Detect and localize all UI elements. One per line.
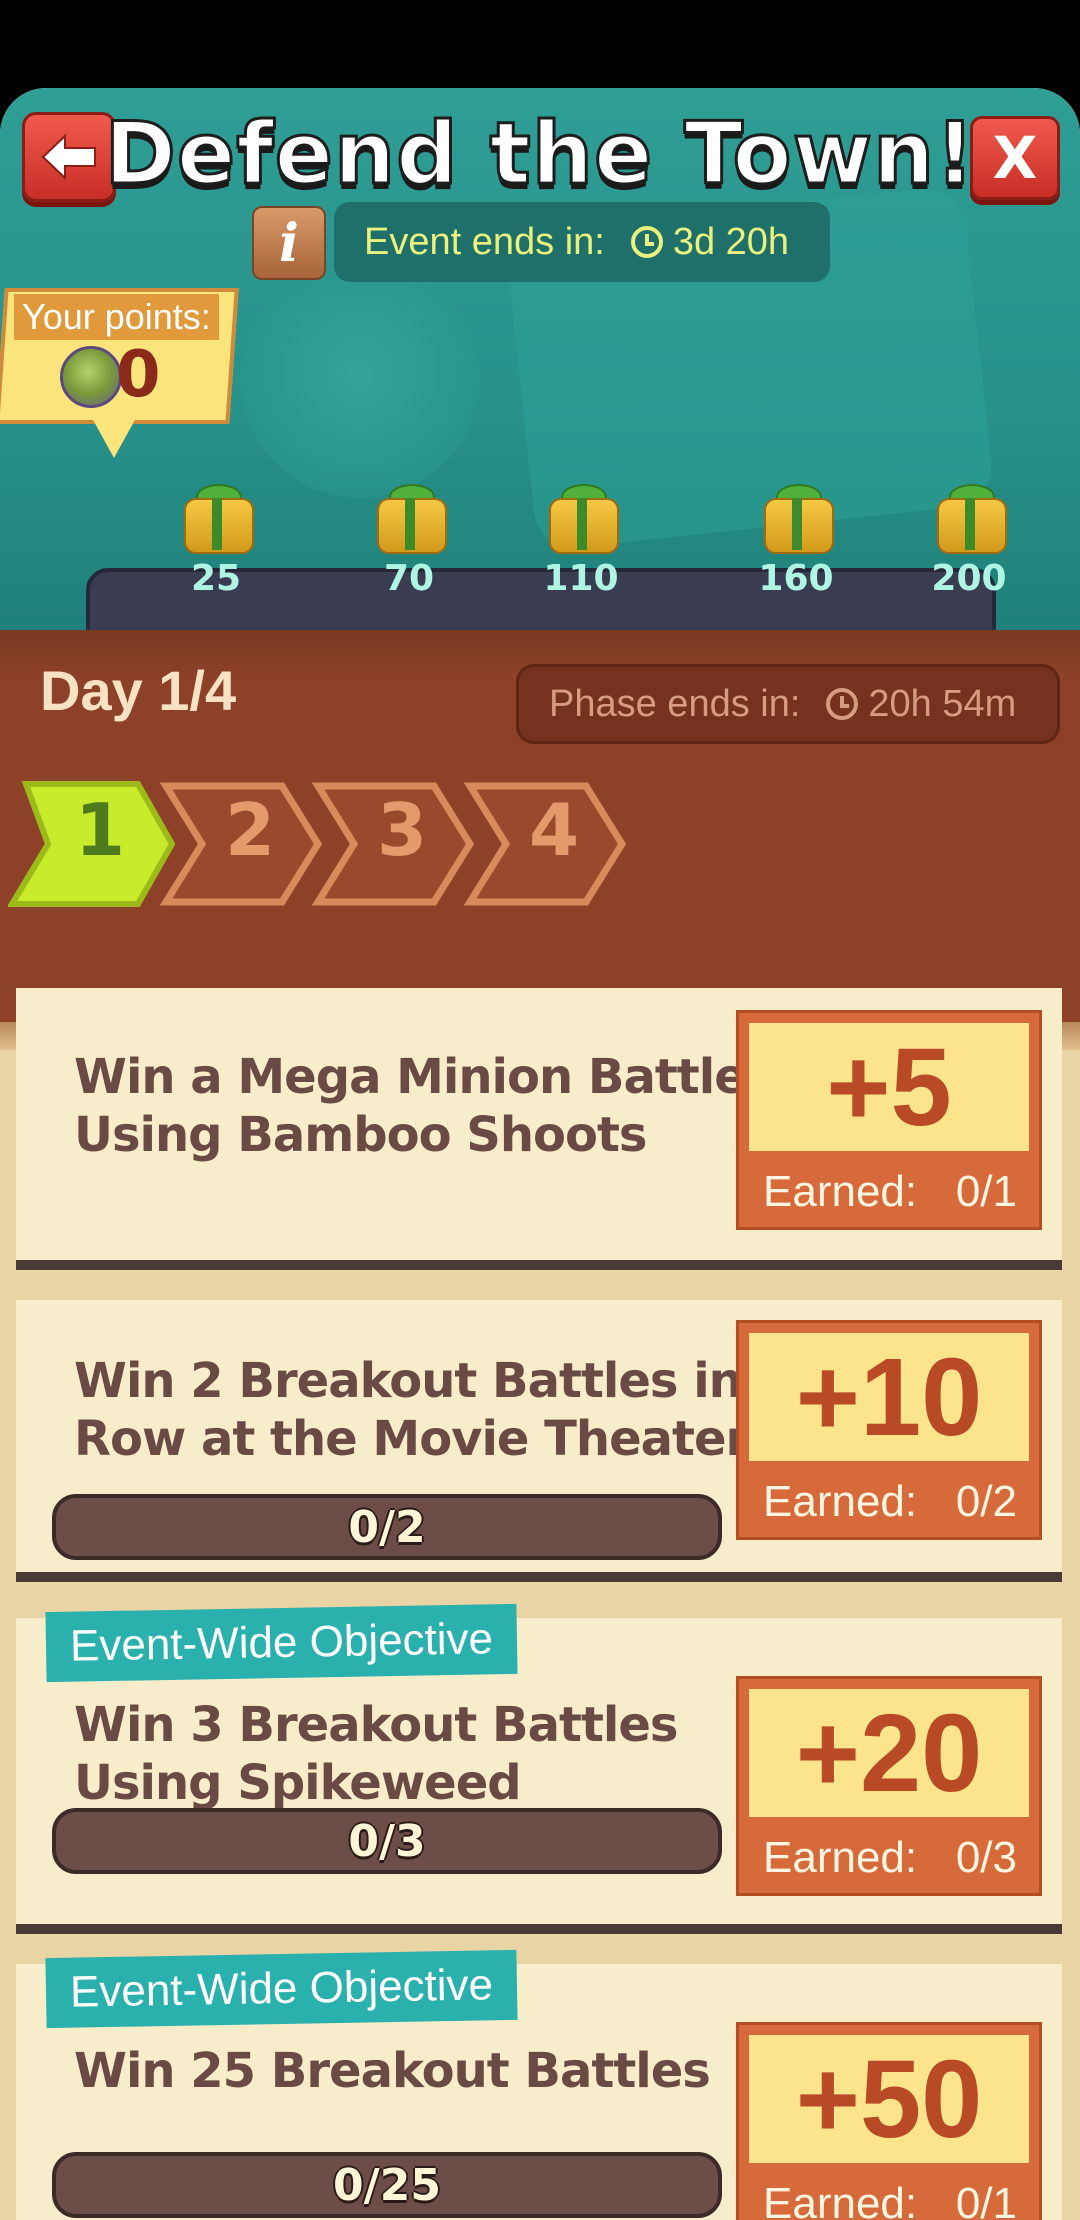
earned-label: Earned: [763,1833,918,1882]
step-label-4: 4 [528,788,580,872]
milestone-label: 200 [931,558,1007,599]
task-progress-bar: 0/25 [52,2152,722,2218]
earned-value: 0/2 [955,1477,1017,1526]
gift-icon[interactable] [182,484,254,554]
event-timer-label: Event ends in: [364,220,605,263]
reward-badge: +10 Earned: 0/2 [736,1320,1042,1540]
close-button[interactable]: X [970,116,1060,200]
step-label-3: 3 [376,788,428,872]
task-title-line2: Using Bamboo Shoots [74,1107,647,1163]
task-card[interactable]: Event-Wide Objective Win 25 Breakout Bat… [16,1949,1062,2220]
event-screen: Defend the Town! X i Event ends in: 3d 2… [0,88,1080,2220]
points-value: 0 [116,338,161,412]
reward-points: +5 [749,1023,1029,1151]
phase-timer-value-wrap: 20h 54m [826,683,1016,726]
phase-timer-label: Phase ends in: [549,682,801,725]
task-title-line1: Win 2 Breakout Battles in a [74,1353,790,1409]
clock-icon [630,226,663,258]
task-progress-bar: 0/3 [52,1808,722,1874]
points-label: Your points: [14,294,219,340]
earned-value: 0/1 [955,1167,1017,1216]
step-label-2: 2 [224,788,276,872]
reward-points: +50 [749,2035,1029,2163]
task-title-line2: Using Spikeweed [74,1755,522,1811]
event-timer-value: 3d 20h [672,220,790,263]
reward-badge: +20 Earned: 0/3 [736,1676,1042,1896]
info-icon: i [279,212,299,274]
task-card[interactable]: Win 2 Breakout Battles in a Row at the M… [16,1300,1062,1582]
day-title: Day 1/4 [40,659,237,722]
sunflower-decoration [240,258,480,498]
gift-icon[interactable] [547,484,619,554]
step-label-1: 1 [74,788,126,872]
points-pointer [92,418,136,458]
earned-value: 0/1 [955,2179,1017,2220]
gift-icon[interactable] [762,484,834,554]
task-card[interactable]: Event-Wide Objective Win 3 Breakout Batt… [16,1603,1062,1934]
reward-points: +20 [749,1689,1029,1817]
phase-timer: Phase ends in: 20h 54m [516,664,1060,744]
earned-label: Earned: [763,2179,918,2220]
task-title-line1: Win a Mega Minion Battle [74,1049,747,1105]
milestone-label: 160 [758,558,834,599]
reward-badge: +50 Earned: 0/1 [736,2022,1042,2220]
event-timer-value-wrap: 3d 20h [630,220,790,264]
clock-icon [826,688,859,720]
task-title-line1: Win 25 Breakout Battles [74,2043,711,2099]
reward-points: +10 [749,1333,1029,1461]
info-button[interactable]: i [252,206,326,280]
milestone-label: 25 [190,558,242,599]
reward-badge: +5 Earned: 0/1 [736,1010,1042,1230]
task-title-line1: Win 3 Breakout Battles [74,1697,678,1753]
event-timer: Event ends in: 3d 20h [334,202,830,282]
close-icon: X [992,124,1038,192]
task-card[interactable]: Win a Mega Minion Battle Using Bamboo Sh… [16,988,1062,1270]
event-header: Defend the Town! X i Event ends in: 3d 2… [0,88,1080,648]
event-wide-tag: Event-Wide Objective [45,1603,518,1683]
earned-label: Earned: [763,1477,918,1526]
phase-timer-value: 20h 54m [868,682,1017,725]
task-title-line2: Row at the Movie Theater [74,1411,749,1467]
milestone-label: 110 [543,558,619,599]
milestone-label: 70 [383,558,435,599]
event-wide-tag: Event-Wide Objective [45,1949,518,2029]
gift-icon[interactable] [935,484,1007,554]
gift-icon[interactable] [375,484,447,554]
earned-value: 0/3 [955,1833,1017,1882]
avatar-icon [60,346,122,408]
task-progress-bar: 0/2 [52,1494,722,1560]
event-title: Defend the Town! [103,103,976,206]
earned-label: Earned: [763,1167,918,1216]
